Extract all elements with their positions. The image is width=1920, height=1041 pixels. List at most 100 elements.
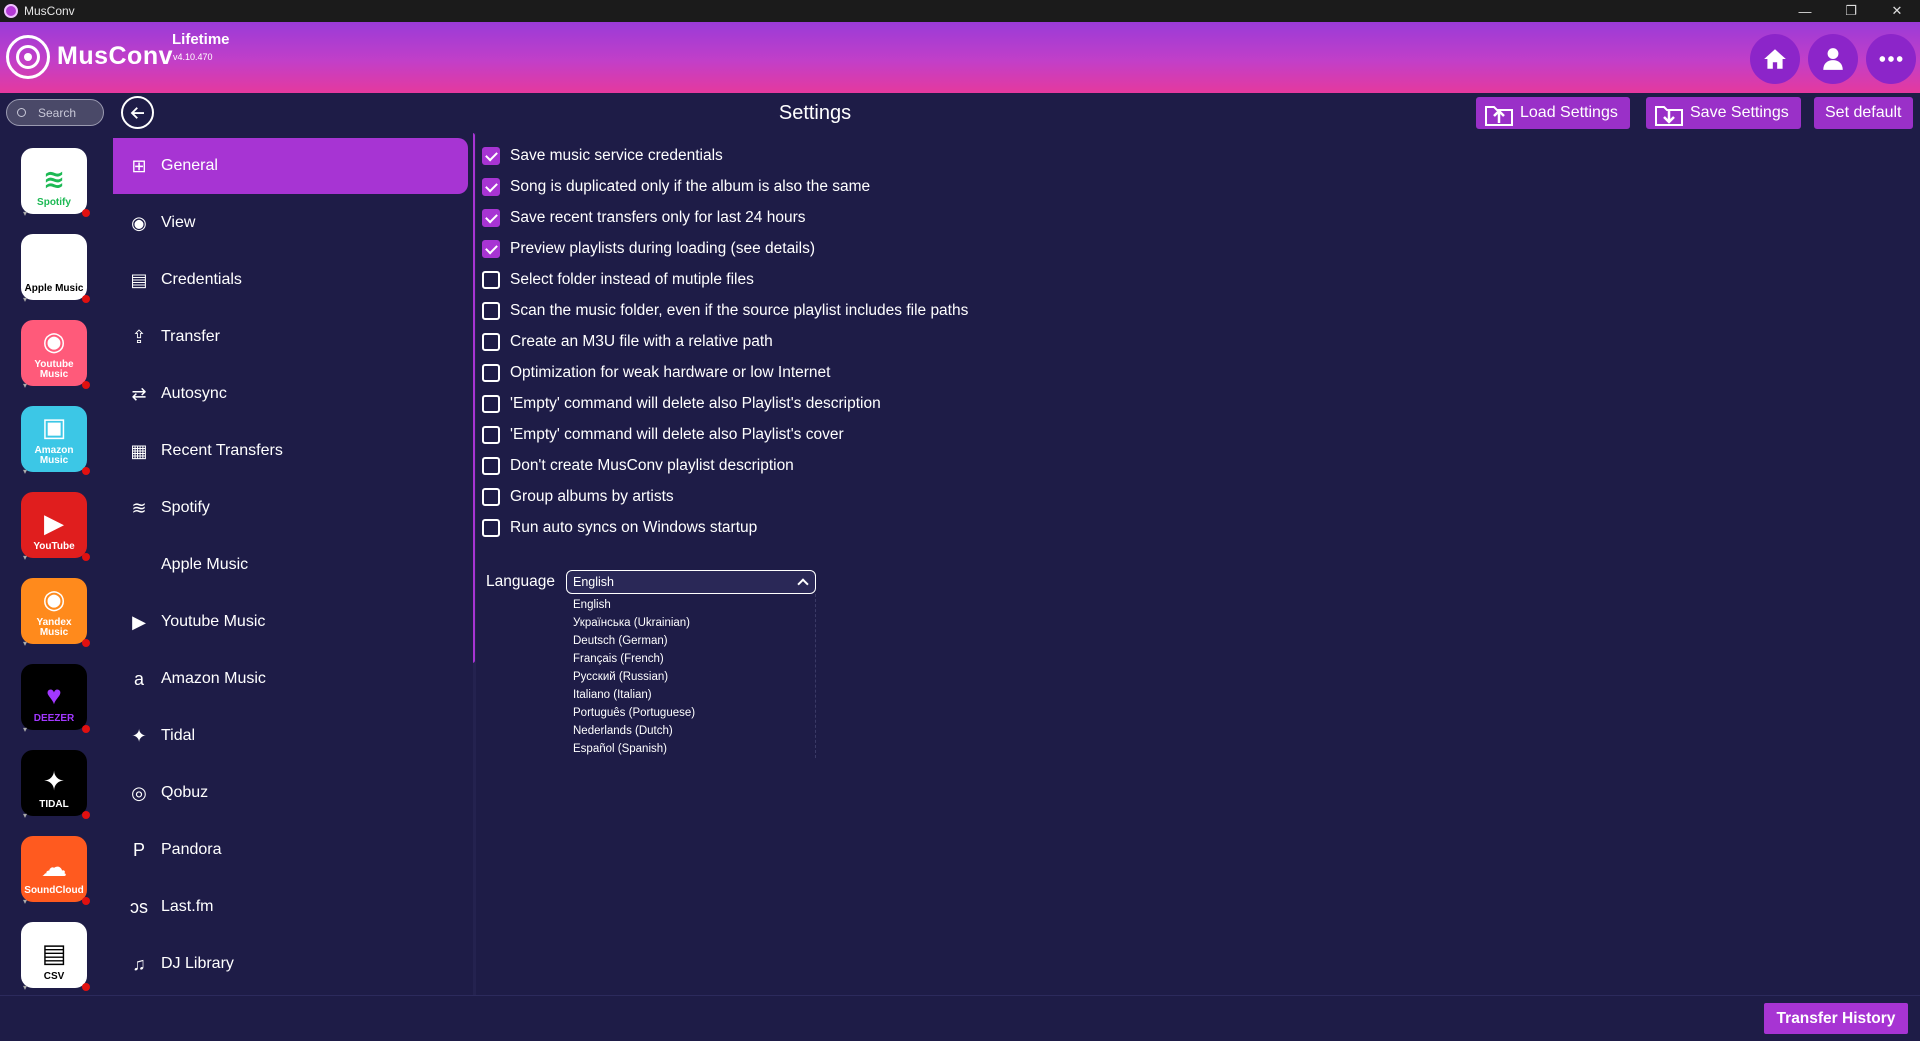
- language-option[interactable]: Українська (Ukrainian): [573, 614, 690, 632]
- chevron-down-icon[interactable]: ▾: [23, 811, 27, 821]
- checkbox[interactable]: [482, 519, 500, 537]
- spotify-icon: ≋: [43, 164, 65, 194]
- language-label: Language: [486, 573, 555, 590]
- nav-item-view[interactable]: ◉ View: [113, 195, 468, 251]
- setting-option[interactable]: Song is duplicated only if the album is …: [482, 176, 870, 198]
- chevron-down-icon[interactable]: ▾: [23, 295, 27, 305]
- account-button[interactable]: [1808, 34, 1858, 84]
- setting-option[interactable]: Don't create MusConv playlist descriptio…: [482, 455, 794, 477]
- home-button[interactable]: [1750, 34, 1800, 84]
- checkbox[interactable]: [482, 302, 500, 320]
- checkbox[interactable]: [482, 364, 500, 382]
- checkbox[interactable]: [482, 457, 500, 475]
- calendar-icon: ▦: [130, 440, 148, 461]
- checkbox[interactable]: [482, 240, 500, 258]
- transfer-history-button[interactable]: Transfer History: [1764, 1003, 1908, 1034]
- settings-nav: ⊞ General ◉ View ▤ Credentials ⇪ Transfer ⇄ Autos…: [113, 130, 473, 995]
- option-label: Select folder instead of mutiple files: [510, 271, 754, 288]
- nav-item-spotify[interactable]: ≋ Spotify: [113, 480, 468, 536]
- maximize-button[interactable]: ❐: [1828, 0, 1874, 22]
- service-tile-amazon-music[interactable]: ▣ Amazon Music ▾: [21, 406, 90, 476]
- checkbox[interactable]: [482, 488, 500, 506]
- service-tile-soundcloud[interactable]: ☁ SoundCloud ▾: [21, 836, 90, 906]
- setting-option[interactable]: Run auto syncs on Windows startup: [482, 517, 757, 539]
- search-input[interactable]: Search: [6, 99, 104, 126]
- checkbox[interactable]: [482, 147, 500, 165]
- language-option[interactable]: Italiano (Italian): [573, 686, 652, 704]
- chevron-down-icon[interactable]: ▾: [23, 209, 27, 219]
- checkbox[interactable]: [482, 178, 500, 196]
- nav-item-label: Pandora: [161, 841, 222, 858]
- nav-item-pandora[interactable]: P Pandora: [113, 822, 468, 878]
- chevron-down-icon[interactable]: ▾: [23, 639, 27, 649]
- option-label: Save music service credentials: [510, 147, 723, 164]
- nav-item-transfer[interactable]: ⇪ Transfer: [113, 309, 468, 365]
- close-button[interactable]: ✕: [1874, 0, 1920, 22]
- setting-option[interactable]: Save recent transfers only for last 24 h…: [482, 207, 806, 229]
- chevron-down-icon[interactable]: ▾: [23, 725, 27, 735]
- setting-option[interactable]: Save music service credentials: [482, 145, 723, 167]
- checkbox[interactable]: [482, 333, 500, 351]
- setting-option[interactable]: Group albums by artists: [482, 486, 674, 508]
- set-default-button[interactable]: Set default: [1814, 97, 1913, 129]
- nav-item-last-fm[interactable]: ↄs Last.fm: [113, 879, 468, 935]
- setting-option[interactable]: Scan the music folder, even if the sourc…: [482, 300, 968, 322]
- chevron-down-icon[interactable]: ▾: [23, 983, 27, 993]
- service-tile-csv[interactable]: ▤ CSV ▾: [21, 922, 90, 992]
- nav-item-label: DJ Library: [161, 955, 234, 972]
- service-tile-apple-music[interactable]: Apple Music ▾: [21, 234, 90, 304]
- chevron-down-icon[interactable]: ▾: [23, 381, 27, 391]
- language-option[interactable]: English: [573, 596, 611, 614]
- setting-option[interactable]: 'Empty' command will delete also Playlis…: [482, 424, 844, 446]
- nav-item-label: Apple Music: [161, 556, 249, 573]
- setting-option[interactable]: 'Empty' command will delete also Playlis…: [482, 393, 881, 415]
- service-tile-tidal[interactable]: ✦ TIDAL ▾: [21, 750, 90, 820]
- setting-option[interactable]: Select folder instead of mutiple files: [482, 269, 754, 291]
- chevron-down-icon[interactable]: ▾: [23, 897, 27, 907]
- nav-item-amazon-music[interactable]: a Amazon Music: [113, 651, 468, 707]
- version-label: v4.10.470: [173, 52, 213, 62]
- service-tile-spotify[interactable]: ≋ Spotify ▾: [21, 148, 90, 218]
- nav-item-credentials[interactable]: ▤ Credentials: [113, 252, 468, 308]
- nav-item-label: Recent Transfers: [161, 442, 283, 459]
- language-option[interactable]: Deutsch (German): [573, 632, 668, 650]
- more-button[interactable]: [1866, 34, 1916, 84]
- language-option[interactable]: Nederlands (Dutch): [573, 722, 673, 740]
- service-label: Apple Music: [24, 283, 84, 294]
- nav-item-general[interactable]: ⊞ General: [113, 138, 468, 194]
- setting-option[interactable]: Create an M3U file with a relative path: [482, 331, 773, 353]
- service-tile-deezer[interactable]: ♥ DEEZER ▾: [21, 664, 90, 734]
- status-dot: [82, 209, 90, 217]
- chevron-down-icon[interactable]: ▾: [23, 553, 27, 563]
- nav-item-dj-library[interactable]: ♫ DJ Library: [113, 936, 468, 992]
- language-option[interactable]: Português (Portuguese): [573, 704, 695, 722]
- nav-item-tidal[interactable]: ✦ Tidal: [113, 708, 468, 764]
- language-option[interactable]: Français (French): [573, 650, 664, 668]
- nav-item-label: Autosync: [161, 385, 227, 402]
- language-option[interactable]: Español (Spanish): [573, 740, 667, 758]
- status-dot: [82, 295, 90, 303]
- nav-item-recent-transfers[interactable]: ▦ Recent Transfers: [113, 423, 468, 479]
- save-settings-button[interactable]: Save Settings: [1646, 97, 1801, 129]
- checkbox[interactable]: [482, 271, 500, 289]
- nav-item-qobuz[interactable]: ◎ Qobuz: [113, 765, 468, 821]
- service-label: Yandex Music: [36, 617, 72, 638]
- checkbox[interactable]: [482, 426, 500, 444]
- minimize-button[interactable]: —: [1782, 0, 1828, 22]
- language-select[interactable]: English: [566, 570, 816, 594]
- back-button[interactable]: [121, 96, 154, 129]
- setting-option[interactable]: Preview playlists during loading (see de…: [482, 238, 815, 260]
- service-tile-youtube-music[interactable]: ◉ Youtube Music ▾: [21, 320, 90, 390]
- checkbox[interactable]: [482, 395, 500, 413]
- language-option[interactable]: Русский (Russian): [573, 668, 668, 686]
- load-settings-button[interactable]: Load Settings: [1476, 97, 1630, 129]
- service-tile-youtube[interactable]: ▶ YouTube ▾: [21, 492, 90, 562]
- service-tile-yandex-music[interactable]: ◉ Yandex Music ▾: [21, 578, 90, 648]
- chevron-down-icon[interactable]: ▾: [23, 467, 27, 477]
- nav-item-apple-music[interactable]: Apple Music: [113, 537, 468, 593]
- nav-item-autosync[interactable]: ⇄ Autosync: [113, 366, 468, 422]
- setting-option[interactable]: Optimization for weak hardware or low In…: [482, 362, 830, 384]
- option-label: 'Empty' command will delete also Playlis…: [510, 395, 881, 412]
- nav-item-youtube-music[interactable]: ▶ Youtube Music: [113, 594, 468, 650]
- checkbox[interactable]: [482, 209, 500, 227]
